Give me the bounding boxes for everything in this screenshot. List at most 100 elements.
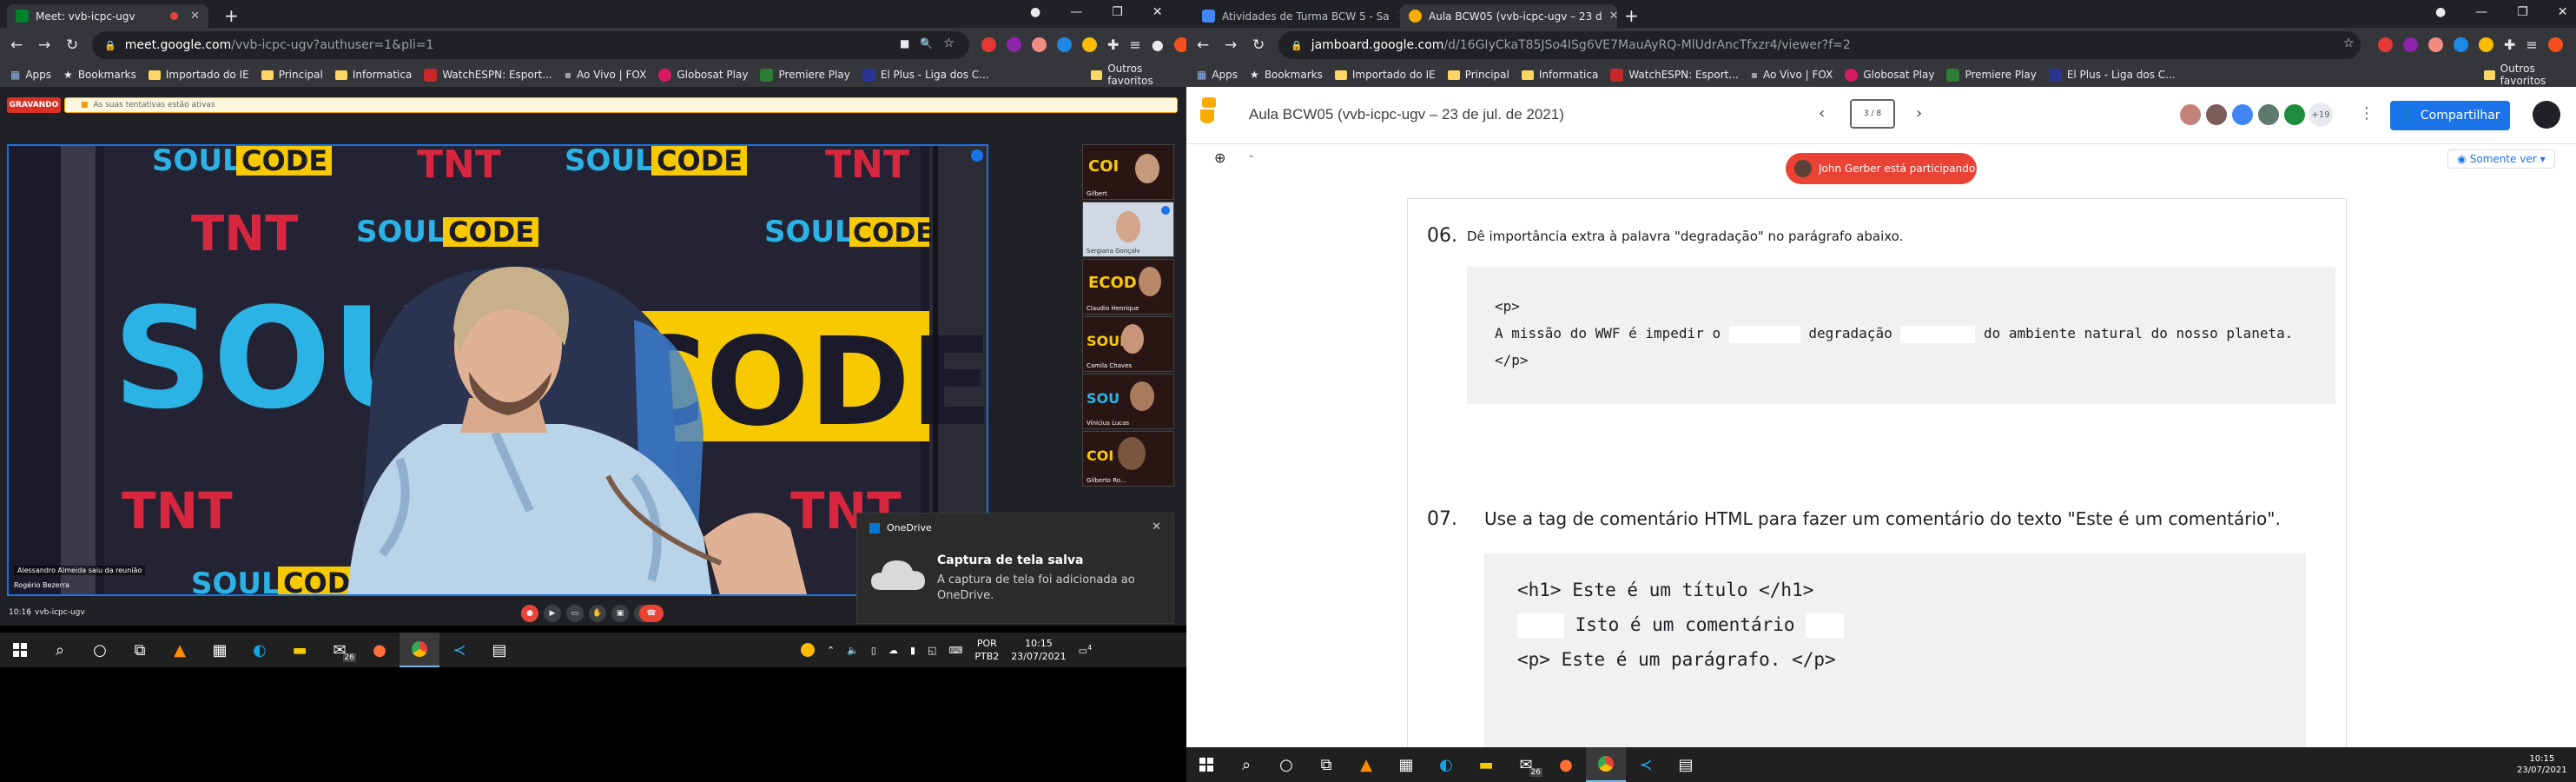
bookmark-informatica[interactable]: Informatica bbox=[1521, 69, 1598, 81]
app-icon[interactable]: ▤ bbox=[479, 633, 519, 667]
restore-icon[interactable]: ❐ bbox=[2517, 5, 2528, 19]
end-call-icon[interactable]: ☎ bbox=[639, 605, 664, 622]
close-tab-icon[interactable]: ✕ bbox=[190, 10, 200, 23]
tab-jamboard[interactable]: Aula BCW05 (vvb-icpc-ugv – 23 d ✕ bbox=[1400, 4, 1617, 28]
edge-icon[interactable]: ◐ bbox=[1426, 747, 1466, 782]
prev-frame-icon[interactable]: ‹ bbox=[1819, 104, 1825, 123]
battery-icon[interactable]: ▯ bbox=[871, 645, 876, 656]
next-frame-icon[interactable]: › bbox=[1916, 104, 1922, 123]
extension-icon[interactable] bbox=[2479, 37, 2493, 52]
extension-icon[interactable] bbox=[1173, 37, 1186, 52]
clock[interactable]: 10:15 23/07/2021 bbox=[2517, 753, 2567, 776]
participant-tile[interactable]: SOU Vinicius Lucas bbox=[1082, 374, 1174, 429]
puzzle-icon[interactable]: ✚ bbox=[2504, 36, 2515, 53]
bookmark-elplus[interactable]: El Plus - Liga dos C... bbox=[862, 68, 989, 82]
camera-icon[interactable]: ■ bbox=[900, 37, 909, 50]
main-video[interactable]: SOUL CODE TNT SOUL CODE TNT TNT SOUL COD… bbox=[7, 144, 988, 596]
extension-icon[interactable] bbox=[1082, 37, 1097, 52]
chevron-up-icon[interactable]: ⌃ bbox=[827, 645, 835, 656]
cortana-icon[interactable]: ○ bbox=[1266, 747, 1306, 782]
edge-icon[interactable]: ◐ bbox=[240, 633, 280, 667]
notifications-icon[interactable]: ▭4 bbox=[1079, 644, 1093, 657]
chrome-icon[interactable] bbox=[400, 633, 439, 667]
adblock-icon[interactable] bbox=[981, 37, 996, 52]
volume-icon[interactable]: 🔈 bbox=[847, 645, 859, 656]
mail-icon[interactable]: ✉ 26 bbox=[320, 633, 360, 667]
start-icon[interactable] bbox=[0, 633, 40, 667]
view-only-dropdown[interactable]: ◉ Somente ver ▾ bbox=[2447, 149, 2555, 169]
forward-icon[interactable]: → bbox=[1225, 36, 1237, 54]
mic-off-icon[interactable]: ● bbox=[521, 605, 538, 622]
new-tab-icon[interactable]: + bbox=[224, 5, 239, 26]
cloud-tray-icon[interactable]: ☁ bbox=[888, 645, 898, 656]
extension-icon[interactable] bbox=[2454, 37, 2468, 52]
close-tab-icon[interactable]: ✕ bbox=[1609, 10, 1617, 23]
reload-icon[interactable]: ↻ bbox=[66, 36, 78, 54]
bookmark-fox[interactable]: ▪ Ao Vivo | FOX bbox=[565, 69, 647, 81]
bookmark-globosat[interactable]: Globosat Play bbox=[658, 68, 748, 82]
camera-icon[interactable]: ▶ bbox=[544, 605, 561, 622]
bookmark-watchespn[interactable]: WatchESPN: Esport... bbox=[424, 68, 552, 82]
back-icon[interactable]: ← bbox=[10, 36, 23, 54]
calculator-icon[interactable]: ▦ bbox=[200, 633, 240, 667]
participant-tile[interactable]: COI Gilberto Ro... bbox=[1082, 431, 1174, 487]
bookmark-elplus[interactable]: El Plus - Liga dos C... bbox=[2048, 68, 2176, 82]
extension-icon[interactable] bbox=[2403, 37, 2418, 52]
bookmark-bookmarks[interactable]: ★ Bookmarks bbox=[63, 69, 136, 81]
bookmark-other[interactable]: Outros favoritos bbox=[1091, 63, 1186, 87]
bookmark-importado[interactable]: Importado do IE bbox=[148, 69, 249, 81]
extension-icon[interactable] bbox=[1032, 37, 1047, 52]
close-icon[interactable]: ✕ bbox=[1152, 520, 1161, 533]
star-icon[interactable]: ☆ bbox=[2343, 36, 2355, 50]
board-title[interactable]: Aula BCW05 (vvb-icpc-ugv – 23 de jul. de… bbox=[1249, 106, 1564, 123]
adblock-icon[interactable] bbox=[2378, 37, 2393, 52]
bookmark-watchespn[interactable]: WatchESPN: Esport... bbox=[1610, 68, 1739, 82]
new-tab-icon[interactable]: + bbox=[1624, 5, 1639, 26]
bookmark-principal[interactable]: Principal bbox=[261, 69, 323, 81]
vscode-icon[interactable]: ≺ bbox=[1626, 747, 1666, 782]
start-icon[interactable] bbox=[1186, 747, 1226, 782]
bookmark-importado[interactable]: Importado do IE bbox=[1334, 69, 1436, 81]
puzzle-icon[interactable]: ✚ bbox=[1107, 36, 1119, 53]
captions-icon[interactable]: ▭ bbox=[566, 605, 584, 622]
firefox-icon[interactable]: ● bbox=[360, 633, 400, 667]
vscode-icon[interactable]: ≺ bbox=[439, 633, 479, 667]
mail-icon[interactable]: ✉ 26 bbox=[1506, 747, 1546, 782]
vlc-icon[interactable]: ▲ bbox=[160, 633, 200, 667]
bookmark-informatica[interactable]: Informatica bbox=[334, 69, 412, 81]
participant-tile[interactable]: ECOD Claudio Henrique bbox=[1082, 259, 1174, 315]
bookmark-apps[interactable]: ▦ Apps bbox=[10, 69, 51, 81]
participant-tile[interactable]: COI Gilbert bbox=[1082, 144, 1174, 200]
bookmark-globosat[interactable]: Globosat Play bbox=[1845, 68, 1934, 82]
zoom-level[interactable]: - bbox=[1249, 149, 1253, 163]
bookmark-bookmarks[interactable]: ★ Bookmarks bbox=[1250, 69, 1323, 81]
minimize-icon[interactable]: — bbox=[2475, 5, 2487, 19]
reload-icon[interactable]: ↻ bbox=[1252, 36, 1265, 54]
chrome-icon[interactable] bbox=[1586, 747, 1626, 782]
profile-icon[interactable]: ● bbox=[2435, 5, 2446, 19]
tab-meet[interactable]: Meet: vvb-icpc-ugv ✕ bbox=[7, 4, 208, 28]
bookmark-fox[interactable]: ▪ Ao Vivo | FOX bbox=[1751, 69, 1833, 81]
task-view-icon[interactable]: ⧉ bbox=[120, 633, 160, 667]
bookmark-other[interactable]: Outros favoritos bbox=[2484, 63, 2576, 87]
language-indicator[interactable]: POR PTB2 bbox=[974, 637, 999, 663]
minimize-icon[interactable]: — bbox=[1070, 5, 1082, 19]
jam-frame[interactable]: 06. Dê importância extra à palavra "degr… bbox=[1407, 198, 2347, 762]
account-icon[interactable]: ● bbox=[1152, 36, 1164, 53]
onedrive-notification[interactable]: OneDrive ✕ Captura de tela salva A captu… bbox=[856, 513, 1174, 624]
back-icon[interactable]: ← bbox=[1197, 36, 1209, 54]
clock[interactable]: 10:15 23/07/2021 bbox=[1011, 637, 1066, 663]
app-icon[interactable]: ▤ bbox=[1666, 747, 1706, 782]
cortana-icon[interactable]: ○ bbox=[80, 633, 120, 667]
forward-icon[interactable]: → bbox=[38, 36, 50, 54]
task-view-icon[interactable]: ⧉ bbox=[1306, 747, 1346, 782]
extension-icon[interactable] bbox=[2428, 37, 2443, 52]
bookmark-premiere[interactable]: Premiere Play bbox=[1946, 68, 2037, 82]
account-avatar[interactable] bbox=[2533, 101, 2560, 129]
keyboard-icon[interactable]: ⌨ bbox=[948, 645, 962, 656]
profile-icon[interactable]: ● bbox=[1030, 5, 1040, 19]
raise-hand-icon[interactable]: ✋ bbox=[589, 605, 606, 622]
extension-icon[interactable] bbox=[2547, 37, 2563, 52]
tab-atividades[interactable]: Atividades de Turma BCW 5 - Sa ✕ bbox=[1193, 4, 1398, 28]
zoom-icon[interactable]: 🔍 bbox=[920, 37, 933, 50]
